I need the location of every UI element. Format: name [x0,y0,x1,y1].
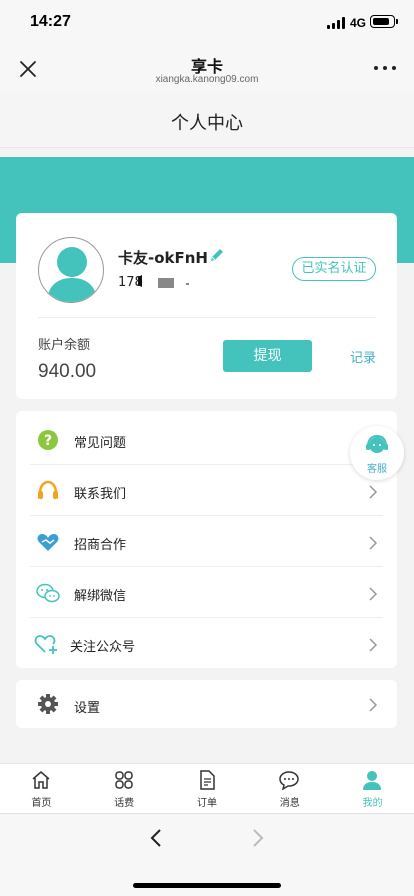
records-link[interactable]: 记录 [350,347,376,366]
status-time: 14:27 [30,13,71,30]
wechat-icon [36,582,60,604]
grid-icon [115,771,133,789]
battery-icon [370,15,398,28]
tab-orders[interactable]: 订单 [166,764,249,814]
withdraw-button[interactable]: 提现 [223,340,312,372]
username: 卡友-okFnH [118,249,208,267]
browser-nav-bar: 享卡 xiangka.kanong09.com [0,44,414,92]
nav-url: xiangka.kanong09.com [155,74,259,85]
gear-icon [36,693,60,715]
question-icon: ? [36,429,60,451]
page-header: 个人中心 [0,92,414,148]
tab-label: 订单 [196,798,217,809]
chevron-right-icon [368,484,378,499]
tab-label: 首页 [31,798,52,809]
home-icon [32,771,50,789]
chat-icon [279,771,300,790]
more-icon[interactable] [374,66,396,72]
menu-item-label: 招商合作 [74,538,127,553]
status-bar: 14:27 4G [0,0,414,44]
tab-label: 消息 [279,798,300,809]
chevron-right-icon [368,697,378,712]
menu-item-label: 解绑微信 [74,589,127,604]
chevron-right-icon [368,586,378,601]
menu-item-label: 常见问题 [74,436,127,451]
tab-messages[interactable]: 消息 [248,764,331,814]
customer-service-icon [366,434,388,453]
verified-badge: 已实名认证 [292,257,376,281]
tab-mine[interactable]: 我的 [331,764,414,814]
heart-plus-icon [34,633,58,655]
tab-bar: 首页 话费 订单 消息 我的 [0,763,414,813]
back-icon[interactable] [148,828,164,848]
network-label: 4G [350,16,367,30]
menu-item-label: 关注公众号 [70,640,136,655]
avatar-silhouette-icon [47,247,97,302]
tab-home[interactable]: 首页 [0,764,83,814]
user-icon [363,771,382,790]
balance-label: 账户余额 [38,338,91,353]
menu-item-label: 联系我们 [74,487,127,502]
menu-item-follow-account[interactable]: 关注公众号 [16,618,397,669]
pencil-icon[interactable] [209,247,225,263]
document-icon [199,770,215,790]
menu-item-unbind-wechat[interactable]: 解绑微信 [16,567,397,618]
avatar[interactable] [38,237,104,303]
settings-label: 设置 [74,701,101,716]
svg-text:?: ? [44,433,52,449]
phone-mask-icon [138,274,208,288]
handshake-heart-icon [36,531,60,553]
menu-card: ? 常见问题 联系我们 招商合作 解绑微信 关注公众号 [16,411,397,668]
tab-recharge[interactable]: 话费 [83,764,166,814]
browser-toolbar [0,813,414,896]
menu-item-partnership[interactable]: 招商合作 [16,516,397,567]
menu-item-contact[interactable]: 联系我们 [16,465,397,516]
signal-icon [327,17,347,29]
tab-label: 话费 [114,798,135,809]
home-indicator [133,883,281,888]
customer-service-button[interactable]: 客服 [350,426,404,480]
customer-service-label: 客服 [367,464,387,475]
menu-item-faq[interactable]: ? 常见问题 [16,414,397,465]
divider [38,317,376,318]
profile-card: 卡友-okFnH 178 已实名认证 账户余额 940.00 提现 记录 [16,213,397,399]
chevron-right-icon [368,535,378,550]
chevron-right-icon [368,637,378,652]
headset-icon [36,480,60,502]
menu-item-settings[interactable]: 设置 [16,680,397,728]
page-title: 个人中心 [171,113,243,134]
balance-value: 940.00 [38,361,97,382]
forward-icon[interactable] [250,828,266,848]
tab-label: 我的 [362,798,383,809]
